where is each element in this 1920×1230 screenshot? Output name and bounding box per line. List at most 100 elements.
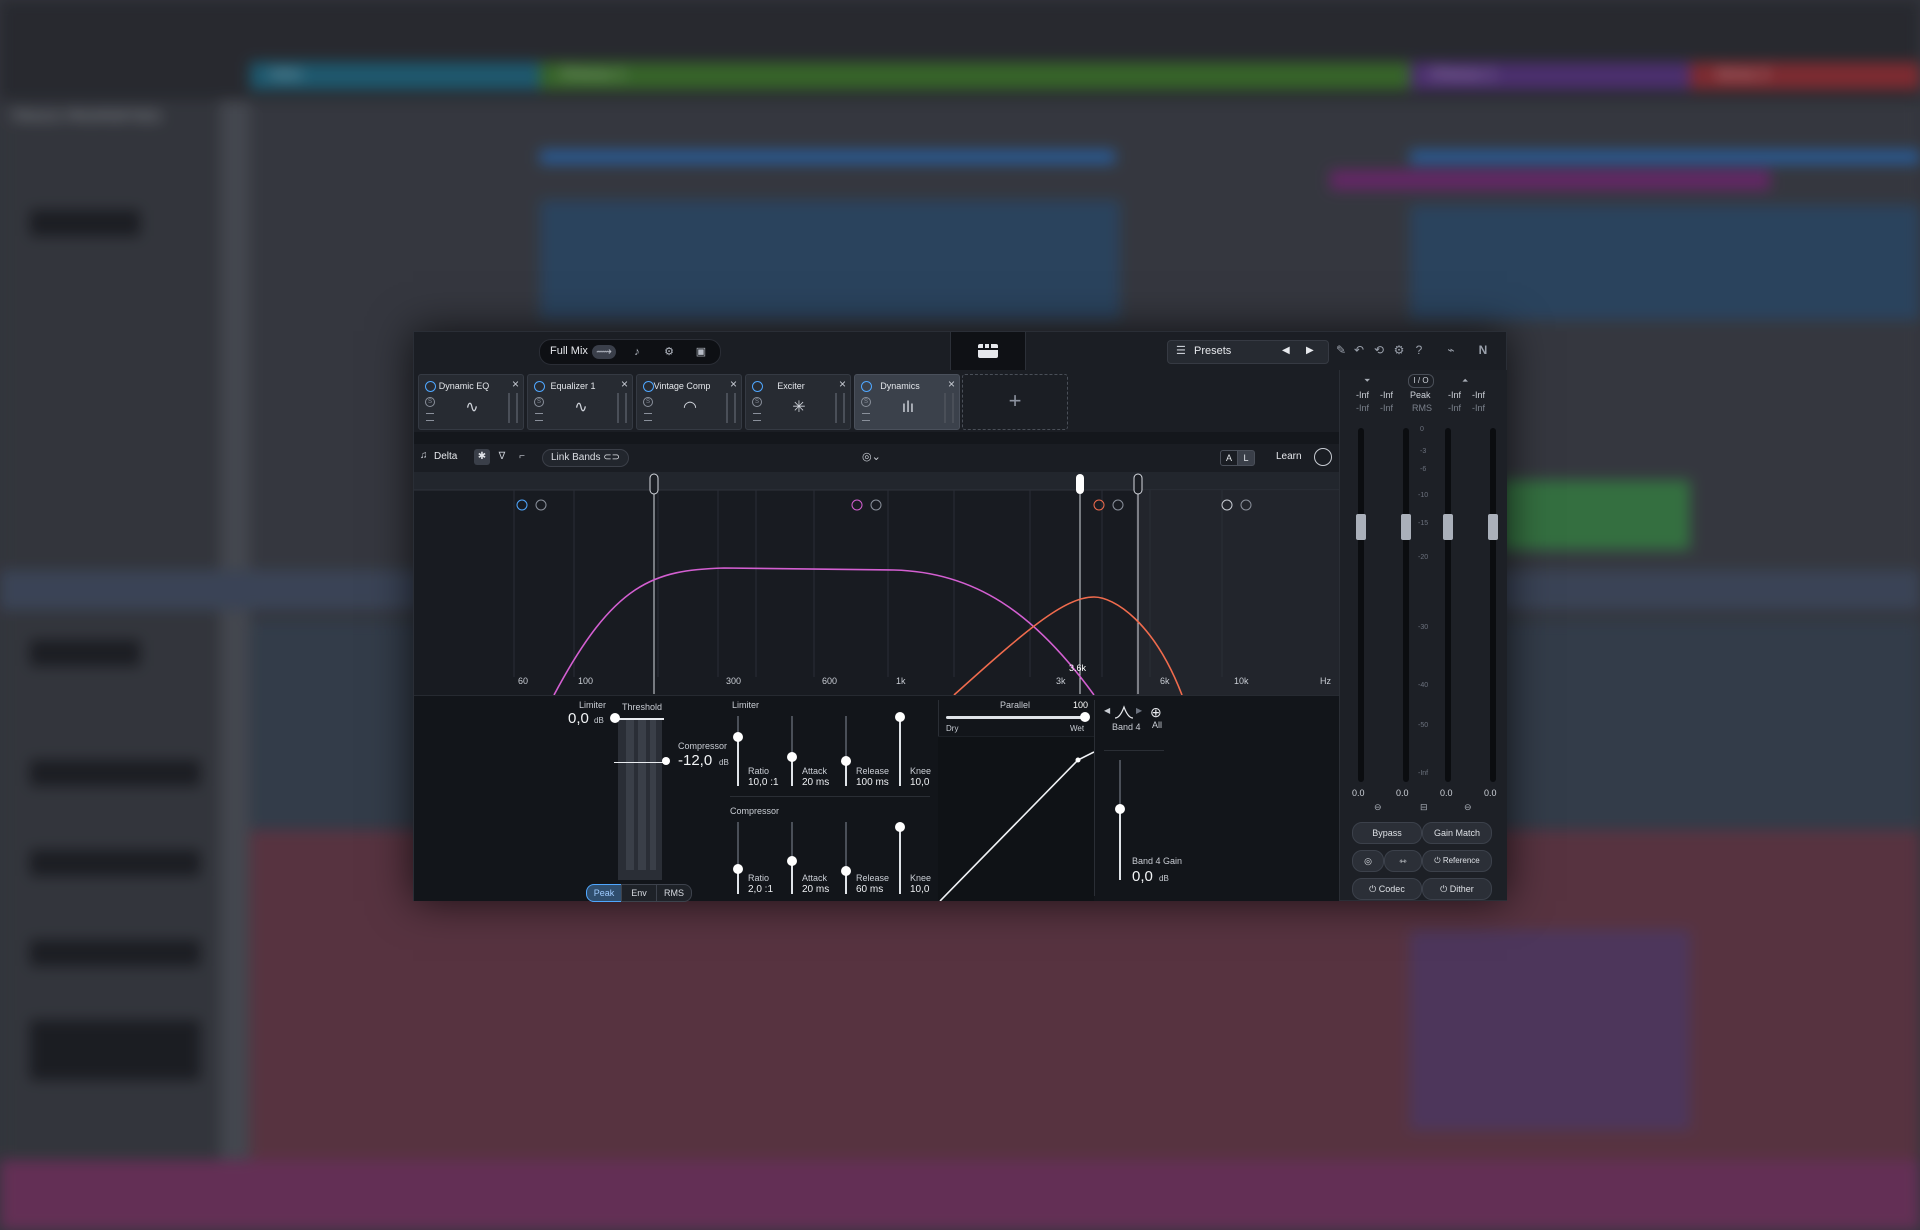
mixing-mode-icon[interactable]: ⟿ <box>592 345 616 359</box>
compressor-ratio-slider[interactable] <box>733 864 743 874</box>
limiter-ratio-slider[interactable] <box>733 732 743 742</box>
reference-button[interactable]: ⏻ Reference <box>1422 850 1492 872</box>
next-band-icon[interactable]: ▶ <box>1136 706 1142 715</box>
input-collapse-icon[interactable]: ⏷ <box>1364 376 1370 386</box>
module-vintage-comp[interactable]: S Vintage Comp × ◠ <box>636 374 742 430</box>
next-preset-icon[interactable]: ▶ <box>1306 345 1314 356</box>
keys-mode-icon[interactable]: ▣ <box>694 345 708 359</box>
link-bands-toggle[interactable]: Link Bands ⊂⊃ <box>542 449 630 467</box>
stereo-mode-icon[interactable]: ◎⌄ <box>862 450 881 463</box>
delta-button[interactable]: Delta <box>434 451 457 462</box>
compressor-attack-slider[interactable] <box>787 856 797 866</box>
menu-icon[interactable] <box>862 413 870 421</box>
bypass-button[interactable]: Bypass <box>1352 822 1422 844</box>
mono-icon: ◎ <box>1364 856 1372 866</box>
drag-handle[interactable] <box>944 393 954 423</box>
swap-button[interactable]: ⇿ <box>1384 850 1422 872</box>
freq-label: Hz <box>1320 676 1331 686</box>
drag-handle[interactable] <box>617 393 627 423</box>
detection-env[interactable]: Env <box>621 884 657 902</box>
io-link-icon[interactable]: ⊟ <box>1420 802 1428 813</box>
pencil-icon[interactable]: ✎ <box>1334 343 1348 357</box>
mode-selector[interactable]: Full Mix ⟿ ♪ ⚙ ▣ <box>539 339 721 365</box>
learn-button[interactable]: Learn <box>1276 451 1302 462</box>
globe-icon[interactable]: ⊕ <box>1150 704 1162 721</box>
compressor-threshold-label: Compressor <box>678 741 728 751</box>
help-icon[interactable]: ? <box>1412 343 1426 357</box>
undo-icon[interactable]: ↶ <box>1352 343 1366 357</box>
close-icon[interactable]: × <box>730 377 737 391</box>
history-icon[interactable]: ⟲ <box>1372 343 1386 357</box>
output-gain-fader[interactable] <box>1443 514 1453 540</box>
codec-button[interactable]: ⏻ Codec <box>1352 878 1422 900</box>
close-icon[interactable]: × <box>621 377 628 391</box>
solo-icon[interactable]: S <box>861 397 871 407</box>
filter-tool-icon[interactable]: ∇ <box>494 449 510 465</box>
freq-label: 600 <box>822 676 838 686</box>
drums-mode-icon[interactable]: ⚙ <box>662 345 676 359</box>
ab-compare-b[interactable]: L <box>1237 450 1255 466</box>
assistant-tab[interactable] <box>950 332 1026 370</box>
compressor-threshold-handle[interactable] <box>662 757 670 765</box>
module-dynamics[interactable]: S Dynamics × ılı <box>854 374 960 430</box>
presets-dropdown[interactable]: ☰ Presets ◀ ▶ <box>1167 340 1329 364</box>
menu-icon[interactable] <box>644 413 652 421</box>
output-collapse-icon[interactable]: ⏶ <box>1462 376 1468 386</box>
close-icon[interactable]: × <box>948 377 955 391</box>
solo-icon[interactable]: S <box>752 397 762 407</box>
band-gain-slider[interactable] <box>1115 804 1125 814</box>
drag-handle[interactable] <box>508 393 518 423</box>
input-gain-fader[interactable] <box>1401 514 1411 540</box>
detection-peak[interactable]: Peak <box>586 884 622 902</box>
add-module-button[interactable]: + <box>962 374 1068 430</box>
stereo-link-button[interactable]: ◎ <box>1352 850 1384 872</box>
drag-handle[interactable] <box>726 393 736 423</box>
detection-rms[interactable]: RMS <box>656 884 692 902</box>
guitar-mode-icon[interactable]: ♪ <box>630 345 644 359</box>
refresh-icon[interactable] <box>1314 448 1332 466</box>
solo-icon[interactable]: S <box>534 397 544 407</box>
input-link-icon[interactable]: ⊖ <box>1374 802 1382 813</box>
solo-icon[interactable]: S <box>425 397 435 407</box>
dither-button[interactable]: ⏻ Dither <box>1422 878 1492 900</box>
menu-icon[interactable] <box>753 413 761 421</box>
pointer-tool-icon[interactable]: ✱ <box>474 449 490 465</box>
curve-tool-icon[interactable]: ⌐ <box>514 449 530 465</box>
input-gain-fader[interactable] <box>1356 514 1366 540</box>
output-link-icon[interactable]: ⊖ <box>1464 802 1472 813</box>
presets-label: Presets <box>1194 345 1232 357</box>
output-gain-fader[interactable] <box>1488 514 1498 540</box>
close-icon[interactable]: × <box>839 377 846 391</box>
io-toggle[interactable]: I / O <box>1408 374 1434 388</box>
compressor-knee-slider[interactable] <box>895 822 905 832</box>
menu-icon[interactable] <box>535 413 543 421</box>
limiter-threshold-handle[interactable] <box>610 713 620 723</box>
frequency-graph[interactable]: 60 100 300 600 1k 3k 3.6k 6k 10k Hz <box>414 472 1339 696</box>
threshold-meter[interactable] <box>618 720 662 880</box>
menu-icon[interactable] <box>426 413 434 421</box>
module-dynamic-eq[interactable]: S Dynamic EQ × ∿ <box>418 374 524 430</box>
drag-handle[interactable] <box>835 393 845 423</box>
parallel-slider-handle[interactable] <box>1080 712 1090 722</box>
ab-compare-a[interactable]: A <box>1220 450 1238 466</box>
parallel-slider[interactable] <box>946 716 1086 719</box>
limiter-threshold-line[interactable] <box>614 718 664 720</box>
limiter-attack-value: 20 ms <box>802 777 830 788</box>
limiter-release-slider[interactable] <box>841 756 851 766</box>
close-icon[interactable]: × <box>512 377 519 391</box>
limiter-attack-slider[interactable] <box>787 752 797 762</box>
dither-label: Dither <box>1449 884 1474 894</box>
gain-match-button[interactable]: Gain Match <box>1422 822 1492 844</box>
module-equalizer-1[interactable]: S Equalizer 1 × ∿ <box>527 374 633 430</box>
compressor-release-slider[interactable] <box>841 866 851 876</box>
gear-icon[interactable]: ⚙ <box>1392 343 1406 357</box>
solo-icon[interactable]: S <box>643 397 653 407</box>
compressor-ratio-value: 2,0 :1 <box>748 884 774 895</box>
module-exciter[interactable]: S Exciter × ✳ <box>745 374 851 430</box>
prev-preset-icon[interactable]: ◀ <box>1282 345 1290 356</box>
compressor-threshold-line[interactable] <box>614 762 664 763</box>
param-label: Release <box>856 873 890 883</box>
limiter-knee-slider[interactable] <box>895 712 905 722</box>
param-label: Knee <box>910 873 932 883</box>
prev-band-icon[interactable]: ◀ <box>1104 706 1110 715</box>
